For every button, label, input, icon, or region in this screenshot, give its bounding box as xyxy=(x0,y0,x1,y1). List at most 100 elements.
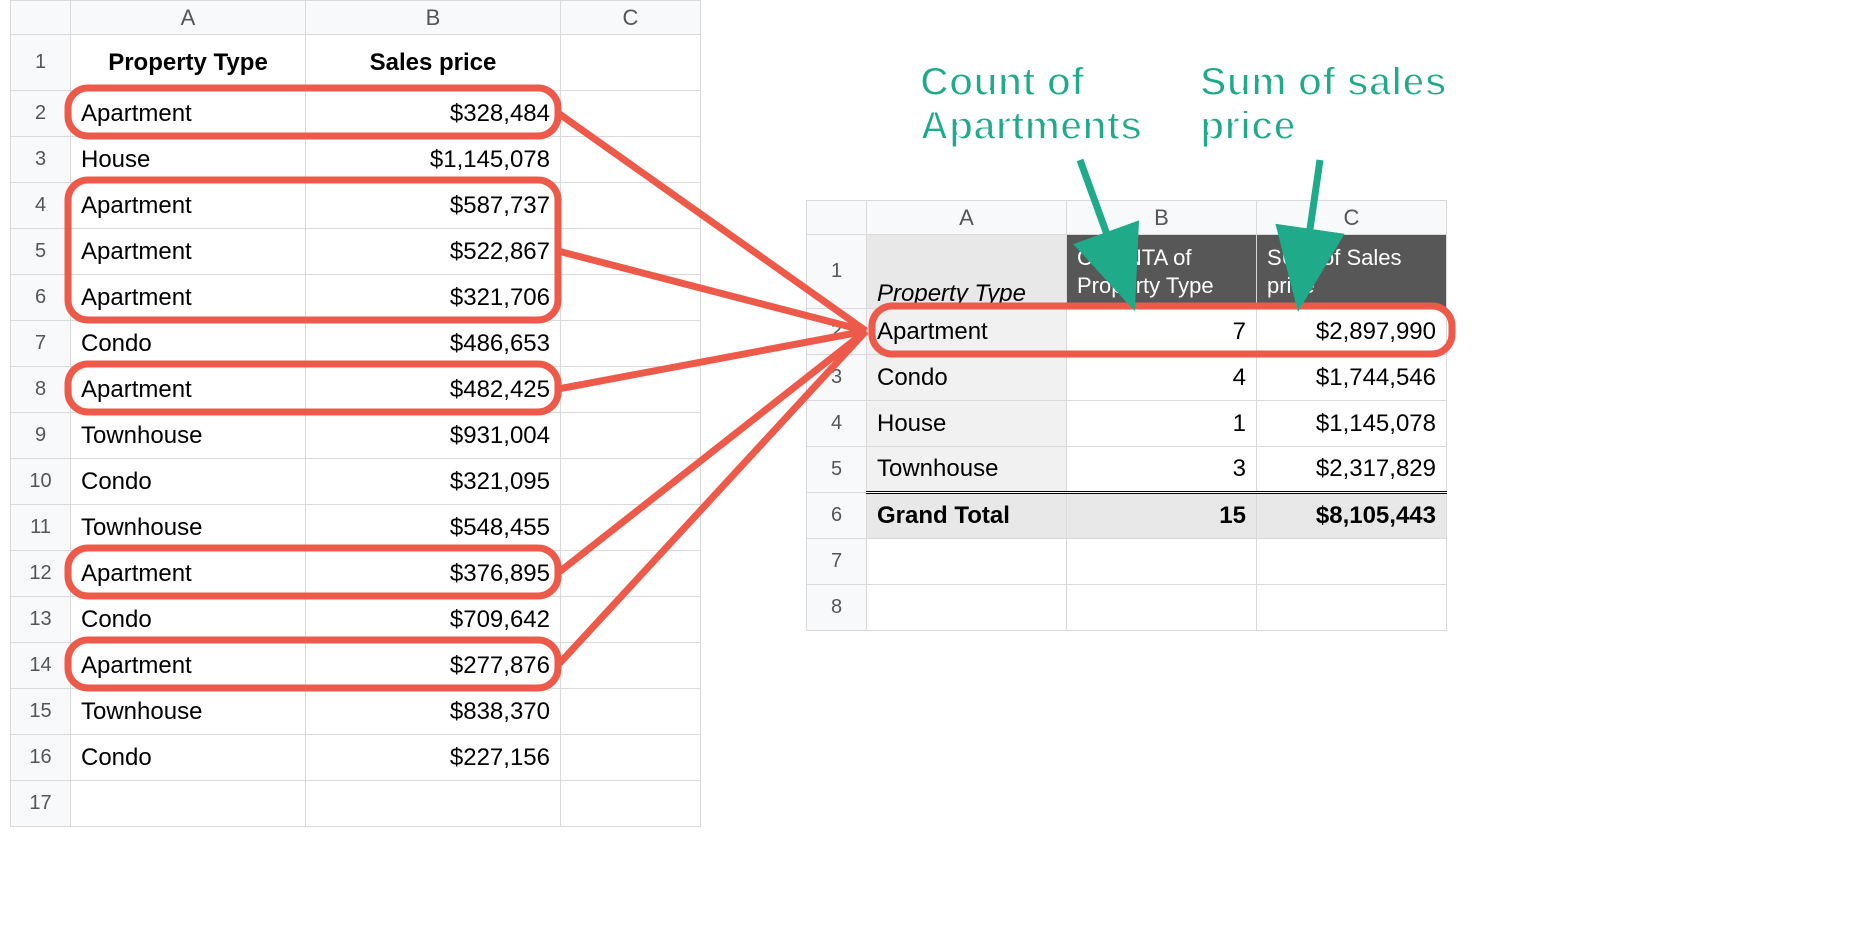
row-header-3[interactable]: 3 xyxy=(11,137,71,183)
cell-empty[interactable] xyxy=(561,735,701,781)
cell-sales-price[interactable]: $328,484 xyxy=(306,91,561,137)
col-header-A[interactable]: A xyxy=(867,201,1067,235)
cell-empty[interactable] xyxy=(561,91,701,137)
row-header-7[interactable]: 7 xyxy=(11,321,71,367)
col-header-A[interactable]: A xyxy=(71,1,306,35)
row-header-5[interactable]: 5 xyxy=(11,229,71,275)
row-header-15[interactable]: 15 xyxy=(11,689,71,735)
source-spreadsheet[interactable]: A B C 1 Property Type Sales price 2Apart… xyxy=(10,0,701,827)
row-header-1[interactable]: 1 xyxy=(807,235,867,309)
cell-sales-price[interactable]: $277,876 xyxy=(306,643,561,689)
pivot-count-value[interactable]: 3 xyxy=(1067,447,1257,493)
cell-property-type[interactable]: Apartment xyxy=(71,229,306,275)
pivot-header-rowlabel[interactable]: Property Type xyxy=(867,235,1067,309)
cell-sales-price[interactable]: $482,425 xyxy=(306,367,561,413)
row-header-9[interactable]: 9 xyxy=(11,413,71,459)
cell-property-type[interactable]: Condo xyxy=(71,735,306,781)
cell-property-type[interactable]: Apartment xyxy=(71,275,306,321)
cell-property-type[interactable]: Condo xyxy=(71,321,306,367)
cell-sales-price[interactable]: $522,867 xyxy=(306,229,561,275)
cell-empty[interactable] xyxy=(561,137,701,183)
header-sales-price[interactable]: Sales price xyxy=(306,35,561,91)
cell-property-type[interactable]: Apartment xyxy=(71,183,306,229)
pivot-sum-value[interactable]: $2,317,829 xyxy=(1257,447,1447,493)
row-header-3[interactable]: 3 xyxy=(807,355,867,401)
header-property-type[interactable]: Property Type xyxy=(71,35,306,91)
pivot-count-value[interactable]: 1 xyxy=(1067,401,1257,447)
row-header-6[interactable]: 6 xyxy=(807,493,867,539)
cell-empty[interactable] xyxy=(561,643,701,689)
cell-empty[interactable] xyxy=(561,35,701,91)
cell-property-type[interactable]: House xyxy=(71,137,306,183)
row-header-12[interactable]: 12 xyxy=(11,551,71,597)
cell-sales-price[interactable]: $486,653 xyxy=(306,321,561,367)
cell-property-type[interactable]: Townhouse xyxy=(71,413,306,459)
col-header-B[interactable]: B xyxy=(1067,201,1257,235)
pivot-count-value[interactable]: 4 xyxy=(1067,355,1257,401)
cell-property-type[interactable]: Apartment xyxy=(71,367,306,413)
cell-property-type[interactable]: Townhouse xyxy=(71,505,306,551)
col-header-B[interactable]: B xyxy=(306,1,561,35)
pivot-sum-value[interactable]: $1,145,078 xyxy=(1257,401,1447,447)
row-header-13[interactable]: 13 xyxy=(11,597,71,643)
pivot-header-sum[interactable]: SUM of Sales price xyxy=(1257,235,1447,309)
row-header-1[interactable]: 1 xyxy=(11,35,71,91)
row-header-5[interactable]: 5 xyxy=(807,447,867,493)
cell-property-type[interactable]: Apartment xyxy=(71,643,306,689)
cell-sales-price[interactable]: $321,706 xyxy=(306,275,561,321)
row-header-4[interactable]: 4 xyxy=(807,401,867,447)
cell-empty[interactable] xyxy=(561,321,701,367)
cell-sales-price[interactable]: $709,642 xyxy=(306,597,561,643)
row-header-2[interactable]: 2 xyxy=(807,309,867,355)
pivot-header-count[interactable]: COUNTA of Property Type xyxy=(1067,235,1257,309)
cell-empty[interactable] xyxy=(561,183,701,229)
col-header-C[interactable]: C xyxy=(1257,201,1447,235)
pivot-row-label[interactable]: House xyxy=(867,401,1067,447)
row-header-11[interactable]: 11 xyxy=(11,505,71,551)
cell-sales-price[interactable]: $587,737 xyxy=(306,183,561,229)
row-header-7[interactable]: 7 xyxy=(807,539,867,585)
pivot-count-value[interactable]: 7 xyxy=(1067,309,1257,355)
cell-empty[interactable] xyxy=(561,551,701,597)
cell-sales-price[interactable]: $321,095 xyxy=(306,459,561,505)
row-header-16[interactable]: 16 xyxy=(11,735,71,781)
cell-empty[interactable] xyxy=(561,229,701,275)
cell-empty[interactable] xyxy=(561,367,701,413)
cell-empty[interactable] xyxy=(561,413,701,459)
cell-sales-price[interactable]: $376,895 xyxy=(306,551,561,597)
row-header-17[interactable]: 17 xyxy=(11,781,71,827)
cell-property-type[interactable]: Condo xyxy=(71,597,306,643)
cell-empty[interactable] xyxy=(561,689,701,735)
row-header-14[interactable]: 14 xyxy=(11,643,71,689)
pivot-row-label[interactable]: Apartment xyxy=(867,309,1067,355)
row-header-10[interactable]: 10 xyxy=(11,459,71,505)
row-header-4[interactable]: 4 xyxy=(11,183,71,229)
row-header-6[interactable]: 6 xyxy=(11,275,71,321)
cell-empty[interactable] xyxy=(561,597,701,643)
cell-sales-price[interactable]: $548,455 xyxy=(306,505,561,551)
pivot-sum-value[interactable]: $1,744,546 xyxy=(1257,355,1447,401)
cell-sales-price[interactable]: $931,004 xyxy=(306,413,561,459)
pivot-total-count[interactable]: 15 xyxy=(1067,493,1257,539)
cell-empty[interactable] xyxy=(561,459,701,505)
pivot-sum-value[interactable]: $2,897,990 xyxy=(1257,309,1447,355)
cell-sales-price[interactable]: $1,145,078 xyxy=(306,137,561,183)
row-header-8[interactable]: 8 xyxy=(807,585,867,631)
pivot-spreadsheet[interactable]: A B C 1 Property Type COUNTA of Property… xyxy=(806,200,1447,631)
pivot-total-sum[interactable]: $8,105,443 xyxy=(1257,493,1447,539)
row-header-2[interactable]: 2 xyxy=(11,91,71,137)
col-header-C[interactable]: C xyxy=(561,1,701,35)
select-all-corner[interactable] xyxy=(807,201,867,235)
cell-empty[interactable] xyxy=(561,505,701,551)
select-all-corner[interactable] xyxy=(11,1,71,35)
cell-property-type[interactable]: Townhouse xyxy=(71,689,306,735)
row-header-8[interactable]: 8 xyxy=(11,367,71,413)
cell-property-type[interactable]: Apartment xyxy=(71,91,306,137)
pivot-total-label[interactable]: Grand Total xyxy=(867,493,1067,539)
pivot-row-label[interactable]: Townhouse xyxy=(867,447,1067,493)
pivot-row-label[interactable]: Condo xyxy=(867,355,1067,401)
cell-sales-price[interactable]: $227,156 xyxy=(306,735,561,781)
cell-empty[interactable] xyxy=(561,275,701,321)
cell-property-type[interactable]: Condo xyxy=(71,459,306,505)
cell-sales-price[interactable]: $838,370 xyxy=(306,689,561,735)
